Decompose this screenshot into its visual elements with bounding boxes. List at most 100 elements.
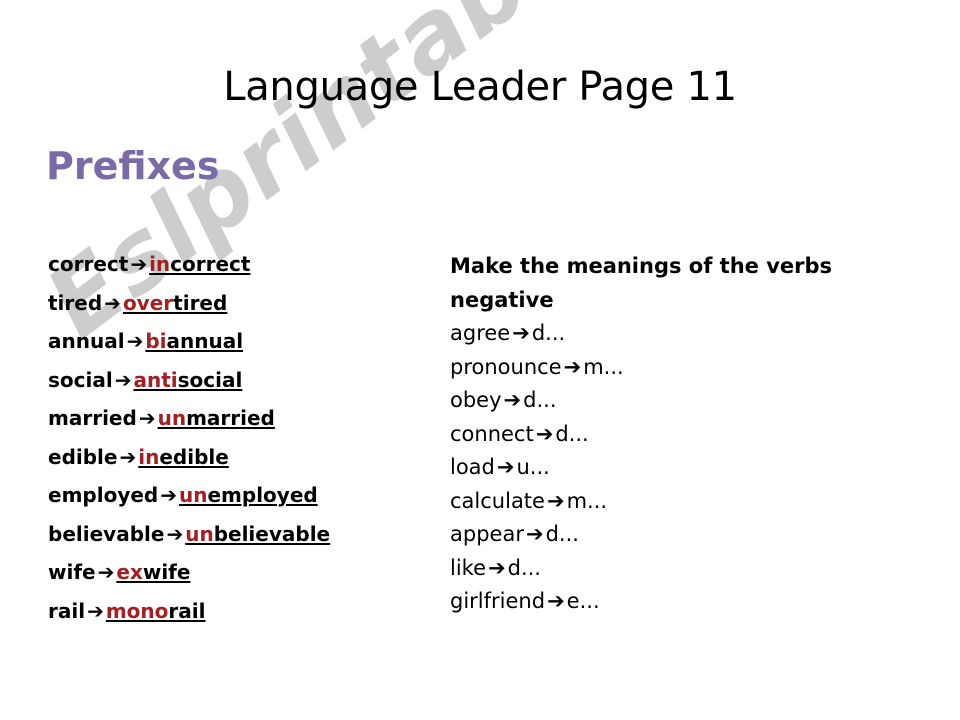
result-word: unbelievable — [185, 522, 330, 546]
arrow-icon: ➔ — [114, 367, 132, 392]
verb-base-word: girlfriend — [450, 589, 546, 613]
base-word: believable — [48, 521, 165, 546]
base-word: annual — [48, 329, 125, 353]
slide-canvas: Eslprintables.com Language Leader Page 1… — [0, 0, 960, 720]
result-word: antisocial — [133, 368, 242, 392]
stem-part: correct — [170, 252, 251, 276]
prefix-part: in — [149, 252, 171, 276]
arrow-icon: ➔ — [130, 252, 148, 276]
verb-exercise-row: obey ➔ d... — [450, 384, 890, 418]
verb-exercise-row: girlfriend ➔ e... — [450, 585, 890, 619]
stem-part: married — [186, 406, 275, 430]
stem-part: rail — [168, 598, 206, 623]
stem-part: believable — [213, 521, 331, 546]
arrow-icon: ➔ — [166, 521, 184, 546]
verb-answer-hint: d... — [555, 421, 589, 446]
verb-answer-hint: e... — [566, 589, 600, 613]
arrow-icon: ➔ — [160, 483, 177, 507]
base-word: wife — [48, 560, 96, 584]
verb-exercise-row: calculate ➔ m... — [450, 485, 890, 519]
result-word: monorail — [106, 599, 206, 623]
result-word: inedible — [138, 445, 229, 469]
arrow-icon: ➔ — [104, 290, 121, 315]
stem-part: employed — [207, 483, 318, 507]
base-word: correct — [48, 252, 129, 276]
arrow-icon: ➔ — [525, 522, 544, 546]
base-word: employed — [48, 483, 159, 507]
arrow-icon: ➔ — [87, 598, 104, 623]
verb-exercise-row: connect ➔ d... — [450, 418, 890, 452]
prefix-example-row: employed ➔ unemployed — [48, 476, 428, 515]
prefix-part: mono — [105, 598, 169, 623]
arrow-icon: ➔ — [126, 329, 144, 353]
verb-base-word: load — [450, 455, 495, 479]
verb-answer-hint: d... — [507, 555, 541, 580]
prefix-example-row: correct ➔ incorrect — [48, 245, 428, 284]
prefix-example-row: rail ➔ monorail — [48, 592, 428, 631]
arrow-icon: ➔ — [119, 444, 137, 469]
verb-exercise-row: appear ➔ d... — [450, 518, 890, 552]
page-title: Language Leader Page 11 — [223, 64, 737, 110]
base-word: rail — [48, 598, 86, 623]
prefix-example-row: annual ➔ biannual — [48, 322, 428, 361]
prefix-examples-list: correct ➔ incorrect tired ➔ overtired annu… — [48, 245, 428, 630]
verb-base-word: pronounce — [450, 354, 562, 379]
verb-exercise-row: like ➔ d... — [450, 552, 890, 586]
verb-base-word: like — [450, 555, 487, 580]
arrow-icon: ➔ — [563, 354, 582, 379]
verb-rows: agree ➔ d... pronounce ➔ m... obey ➔ d... c… — [450, 317, 890, 619]
negative-verbs-exercise: Make the meanings of the verbs negative … — [450, 250, 890, 619]
verb-base-word: obey — [450, 388, 502, 412]
result-word: unemployed — [179, 483, 318, 507]
verb-base-word: connect — [450, 421, 534, 446]
prefix-part: ex — [116, 560, 143, 584]
prefix-part: un — [179, 483, 208, 507]
prefix-example-row: believable ➔ unbelievable — [48, 515, 428, 554]
stem-part: wife — [142, 560, 191, 584]
prefix-example-row: edible ➔ inedible — [48, 438, 428, 477]
stem-part: tired — [173, 290, 228, 315]
verb-exercise-row: pronounce ➔ m... — [450, 351, 890, 385]
prefix-part: un — [185, 521, 214, 546]
result-word: exwife — [116, 560, 190, 584]
exercise-instruction: Make the meanings of the verbs negative — [450, 254, 833, 312]
stem-part: annual — [166, 329, 244, 353]
arrow-icon: ➔ — [496, 455, 515, 479]
verb-base-word: calculate — [450, 488, 545, 513]
arrow-icon: ➔ — [512, 321, 530, 345]
arrow-icon: ➔ — [488, 555, 506, 580]
prefix-example-row: married ➔ unmarried — [48, 399, 428, 438]
stem-part: edible — [159, 444, 229, 469]
verb-exercise-row: agree ➔ d... — [450, 317, 890, 351]
arrow-icon: ➔ — [138, 406, 156, 430]
base-word: edible — [48, 444, 118, 469]
arrow-icon: ➔ — [546, 488, 565, 513]
prefix-example-row: social ➔ antisocial — [48, 361, 428, 400]
section-heading-prefixes: Prefixes — [46, 144, 220, 188]
arrow-icon: ➔ — [503, 388, 522, 412]
prefix-part: bi — [145, 329, 167, 353]
verb-answer-hint: m... — [583, 354, 624, 379]
arrow-icon: ➔ — [97, 560, 115, 584]
base-word: married — [48, 406, 137, 430]
prefix-part: anti — [133, 367, 178, 392]
base-word: social — [48, 367, 113, 392]
base-word: tired — [48, 290, 103, 315]
verb-answer-hint: u... — [516, 455, 550, 479]
prefix-example-row: tired ➔ overtired — [48, 284, 428, 323]
arrow-icon: ➔ — [547, 589, 565, 613]
verb-answer-hint: m... — [566, 488, 608, 513]
verb-answer-hint: d... — [545, 522, 579, 546]
verb-base-word: agree — [450, 321, 511, 345]
prefix-part: in — [138, 444, 160, 469]
result-word: overtired — [123, 291, 227, 315]
prefix-part: over — [122, 290, 174, 315]
verb-answer-hint: d... — [523, 388, 557, 412]
result-word: biannual — [145, 329, 243, 353]
result-word: unmarried — [158, 406, 275, 430]
verb-exercise-row: load ➔ u... — [450, 451, 890, 485]
stem-part: social — [177, 367, 243, 392]
prefix-part: un — [157, 406, 187, 430]
arrow-icon: ➔ — [535, 421, 554, 446]
verb-base-word: appear — [450, 522, 524, 546]
